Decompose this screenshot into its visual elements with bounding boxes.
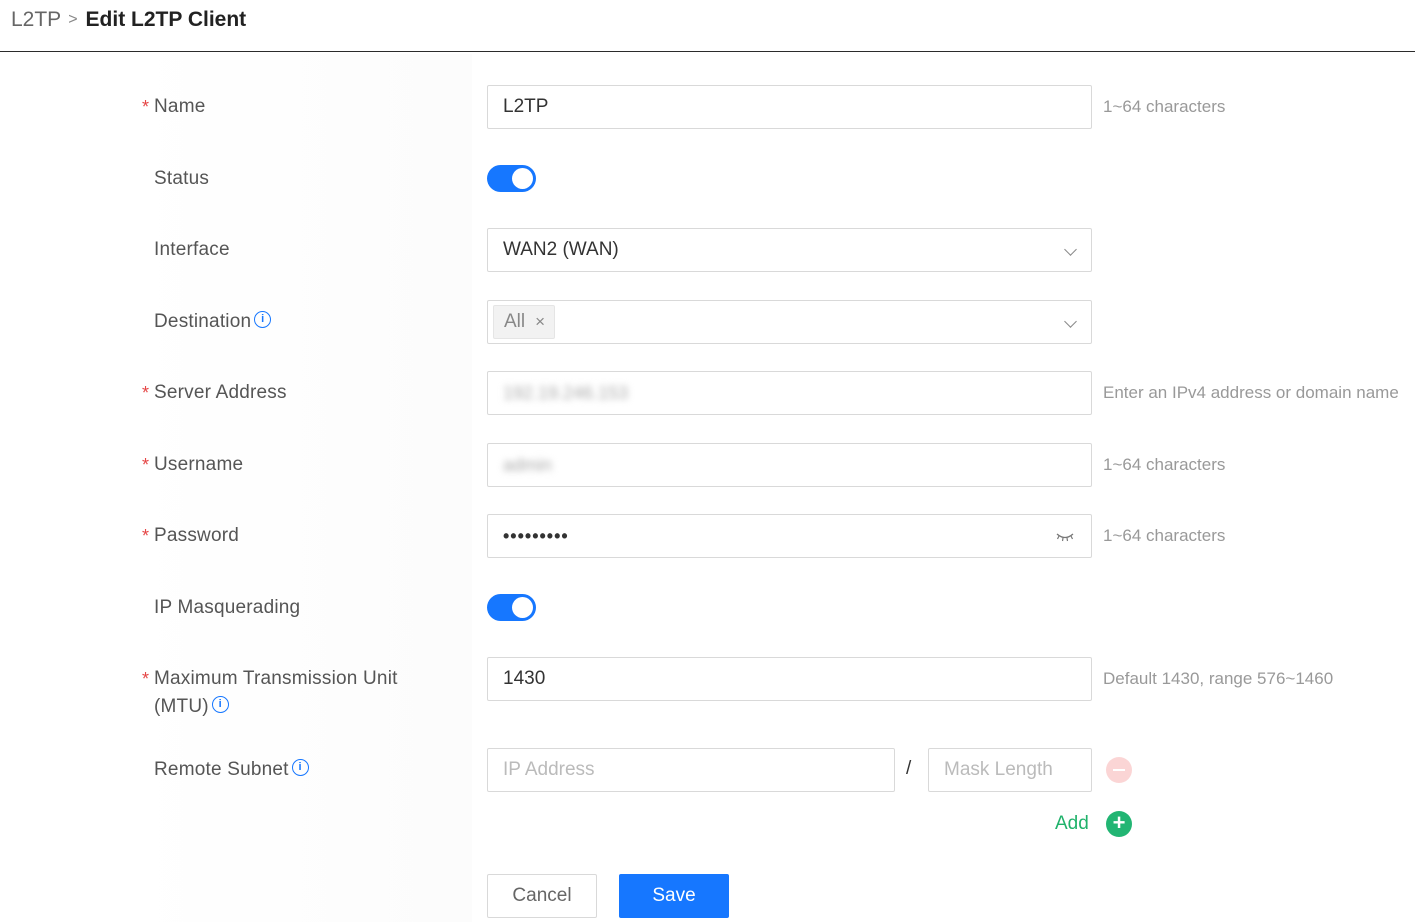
chevron-down-icon (1064, 243, 1077, 256)
password-label: Password (154, 525, 240, 546)
server-address-label: Server Address (154, 382, 287, 403)
destination-label-text: Destination (154, 311, 252, 332)
mtu-input[interactable]: 1430 (487, 657, 1092, 701)
remote-subnet-row: Remote Subnet i IP Address / Mask Length … (127, 748, 1415, 868)
mask-length-placeholder: Mask Length (944, 759, 1053, 780)
info-icon[interactable]: i (254, 311, 272, 329)
username-hint: 1~64 characters (1103, 455, 1226, 474)
ip-masquerading-toggle[interactable] (487, 594, 536, 621)
destination-label: Destination i (154, 308, 272, 336)
name-value: L2TP (503, 96, 549, 117)
status-label: Status (154, 168, 210, 189)
plus-circle-icon[interactable]: + (1106, 811, 1132, 837)
chevron-right-icon: > (68, 10, 78, 28)
mtu-label-abbr: (MTU) (154, 696, 209, 717)
required-marker: * (142, 526, 150, 546)
username-input[interactable]: admin (487, 443, 1092, 487)
close-icon[interactable]: × (535, 312, 545, 332)
required-marker: * (142, 669, 150, 689)
page-title: Edit L2TP Client (85, 7, 247, 31)
breadcrumb-parent-link[interactable]: L2TP (11, 8, 61, 32)
interface-label: Interface (154, 239, 230, 260)
required-marker: * (142, 97, 150, 117)
eye-closed-icon[interactable] (1056, 529, 1074, 543)
l2tp-client-form: * Name L2TP 1~64 characters Status Inter… (127, 54, 1415, 922)
server-address-hint: Enter an IPv4 address or domain name (1103, 383, 1399, 402)
cancel-button[interactable]: Cancel (487, 874, 597, 918)
password-hint: 1~64 characters (1103, 526, 1226, 545)
info-icon[interactable]: i (291, 759, 309, 777)
status-toggle[interactable] (487, 165, 536, 192)
password-input[interactable]: ••••••••• (487, 514, 1092, 558)
minus-icon (1113, 769, 1125, 771)
destination-tag-label: All (504, 311, 526, 332)
server-address-value: 192.19.246.153 (503, 382, 629, 403)
destination-select[interactable]: All × (487, 300, 1092, 344)
destination-tag: All × (493, 305, 556, 339)
name-input[interactable]: L2TP (487, 85, 1092, 129)
username-value: admin (503, 454, 553, 475)
interface-value: WAN2 (WAN) (503, 239, 619, 260)
remote-subnet-ip-input[interactable]: IP Address (487, 748, 895, 792)
breadcrumb: L2TP > Edit L2TP Client (0, 0, 1415, 52)
ip-address-placeholder: IP Address (503, 759, 595, 780)
save-button[interactable]: Save (619, 874, 729, 918)
chevron-down-icon (1064, 315, 1077, 328)
interface-select[interactable]: WAN2 (WAN) (487, 228, 1092, 272)
toggle-knob (512, 597, 533, 618)
password-value: ••••••••• (503, 525, 569, 546)
mtu-label-line2: (MTU) i (154, 693, 229, 721)
name-label: Name (154, 96, 206, 117)
name-hint: 1~64 characters (1103, 97, 1226, 116)
remove-subnet-button[interactable] (1106, 757, 1132, 783)
required-marker: * (142, 455, 150, 475)
server-address-input[interactable]: 192.19.246.153 (487, 371, 1092, 415)
subnet-separator: / (906, 758, 912, 779)
remote-subnet-label: Remote Subnet i (154, 756, 309, 784)
username-label: Username (154, 454, 244, 475)
mtu-label-line1: Maximum Transmission Unit (154, 668, 398, 689)
mtu-value: 1430 (503, 668, 546, 689)
remote-subnet-mask-input[interactable]: Mask Length (928, 748, 1092, 792)
remote-subnet-label-text: Remote Subnet (154, 759, 289, 780)
add-subnet-link[interactable]: Add (1055, 813, 1089, 835)
ip-masquerading-label: IP Masquerading (154, 597, 301, 618)
required-marker: * (142, 383, 150, 403)
info-icon[interactable]: i (211, 696, 229, 714)
toggle-knob (512, 168, 533, 189)
mtu-hint: Default 1430, range 576~1460 (1103, 669, 1334, 688)
